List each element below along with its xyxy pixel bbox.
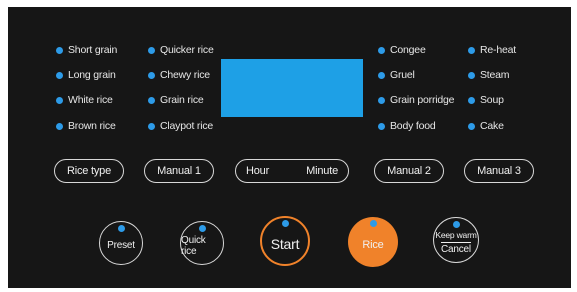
indicator-grain-rice: Grain rice bbox=[148, 92, 204, 108]
minute-label: Minute bbox=[306, 165, 338, 177]
indicator-light-icon bbox=[56, 122, 63, 130]
indicator-light-icon bbox=[452, 221, 460, 228]
indicator-label: Short grain bbox=[68, 44, 118, 56]
indicator-light-icon bbox=[56, 71, 63, 79]
indicator-label: White rice bbox=[68, 94, 113, 106]
indicator-light-icon bbox=[148, 71, 155, 79]
indicator-steam: Steam bbox=[468, 67, 510, 83]
indicator-light-icon bbox=[468, 122, 475, 130]
indicator-label: Quicker rice bbox=[160, 44, 214, 56]
manual-1-button[interactable]: Manual 1 bbox=[144, 159, 214, 183]
indicator-light-icon bbox=[369, 220, 377, 227]
rice-button[interactable]: Rice bbox=[348, 217, 398, 267]
indicator-white-rice: White rice bbox=[56, 92, 113, 108]
indicator-light-icon bbox=[281, 220, 289, 227]
indicator-label: Claypot rice bbox=[160, 120, 214, 132]
indicator-light-icon bbox=[117, 225, 125, 232]
indicator-label: Brown rice bbox=[68, 120, 116, 132]
indicator-re-heat: Re-heat bbox=[468, 42, 516, 58]
indicator-label: Cake bbox=[480, 120, 504, 132]
indicator-label: Grain rice bbox=[160, 94, 204, 106]
indicator-light-icon bbox=[468, 46, 475, 54]
cancel-label: Cancel bbox=[441, 243, 471, 255]
indicator-quicker-rice: Quicker rice bbox=[148, 42, 214, 58]
keep-warm-cancel-button[interactable]: Keep warm Cancel bbox=[433, 217, 479, 263]
indicator-light-icon bbox=[56, 96, 63, 104]
manual-2-label: Manual 2 bbox=[387, 165, 431, 177]
indicator-label: Long grain bbox=[68, 69, 116, 81]
indicator-light-icon bbox=[56, 46, 63, 54]
hour-minute-button[interactable]: Hour Minute bbox=[235, 159, 349, 183]
keep-warm-label: Keep warm bbox=[435, 229, 477, 240]
divider bbox=[440, 241, 471, 243]
indicator-label: Congee bbox=[390, 44, 426, 56]
indicator-light-icon bbox=[148, 96, 155, 104]
indicator-label: Chewy rice bbox=[160, 69, 210, 81]
indicator-label: Grain porridge bbox=[390, 94, 455, 106]
quick-rice-label: Quick rice bbox=[181, 234, 206, 257]
indicator-label: Gruel bbox=[390, 69, 415, 81]
manual-3-button[interactable]: Manual 3 bbox=[464, 159, 534, 183]
start-button[interactable]: Start bbox=[260, 216, 310, 266]
quick-rice-button[interactable]: Quick rice bbox=[180, 221, 224, 265]
hour-label: Hour bbox=[246, 165, 270, 177]
indicator-label: Re-heat bbox=[480, 44, 516, 56]
indicator-light-icon bbox=[468, 96, 475, 104]
indicator-light-icon bbox=[378, 46, 385, 54]
indicator-cake: Cake bbox=[468, 118, 504, 134]
indicator-body-food: Body food bbox=[378, 118, 436, 134]
indicator-light-icon bbox=[468, 71, 475, 79]
indicator-long-grain: Long grain bbox=[56, 67, 116, 83]
indicator-grain-porridge: Grain porridge bbox=[378, 92, 455, 108]
indicator-gruel: Gruel bbox=[378, 67, 415, 83]
preset-label: Preset bbox=[107, 240, 135, 251]
indicator-light-icon bbox=[378, 122, 385, 130]
control-panel: Short grain Long grain White rice Brown … bbox=[8, 7, 571, 288]
rice-label: Rice bbox=[362, 238, 384, 251]
rice-type-button[interactable]: Rice type bbox=[54, 159, 124, 183]
preset-button[interactable]: Preset bbox=[99, 221, 143, 265]
indicator-congee: Congee bbox=[378, 42, 426, 58]
lcd-display bbox=[221, 59, 363, 117]
indicator-light-icon bbox=[378, 71, 385, 79]
indicator-short-grain: Short grain bbox=[56, 42, 117, 58]
indicator-light-icon bbox=[198, 225, 206, 232]
indicator-claypot-rice: Claypot rice bbox=[148, 118, 213, 134]
indicator-label: Soup bbox=[480, 94, 504, 106]
indicator-chewy-rice: Chewy rice bbox=[148, 67, 210, 83]
manual-2-button[interactable]: Manual 2 bbox=[374, 159, 444, 183]
indicator-light-icon bbox=[148, 122, 155, 130]
start-label: Start bbox=[270, 235, 300, 252]
indicator-light-icon bbox=[378, 96, 385, 104]
rice-type-label: Rice type bbox=[66, 165, 112, 177]
indicator-label: Body food bbox=[390, 120, 436, 132]
indicator-brown-rice: Brown rice bbox=[56, 118, 116, 134]
keep-warm-cancel-labels: Keep warm Cancel bbox=[435, 230, 476, 255]
indicator-light-icon bbox=[148, 46, 155, 54]
indicator-soup: Soup bbox=[468, 92, 504, 108]
manual-1-label: Manual 1 bbox=[157, 165, 201, 177]
indicator-label: Steam bbox=[480, 69, 510, 81]
manual-3-label: Manual 3 bbox=[477, 165, 521, 177]
